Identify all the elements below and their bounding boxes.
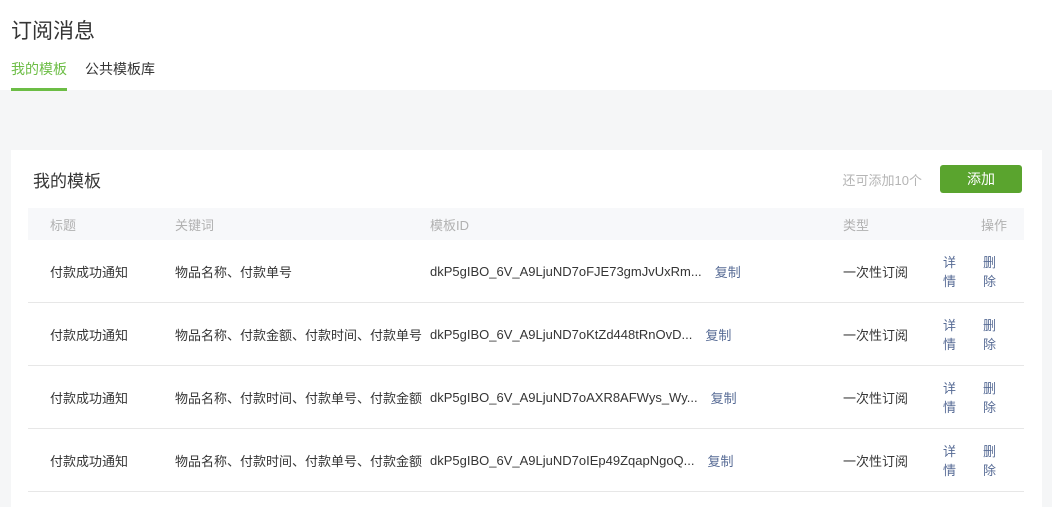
template-keywords: 物品名称、付款单号	[175, 262, 430, 281]
page-title: 订阅消息	[11, 18, 1052, 46]
template-id: dkP5gIBO_6V_A9LjuND7oIEp49ZqapNgoQ...	[430, 453, 695, 468]
template-id: dkP5gIBO_6V_A9LjuND7oKtZd448tRnOvD...	[430, 327, 692, 342]
template-id-cell: dkP5gIBO_6V_A9LjuND7oKtZd448tRnOvD... 复制	[430, 325, 843, 344]
tab-my-templates[interactable]: 我的模板	[11, 59, 67, 91]
tab-bar: 我的模板 公共模板库	[11, 59, 1052, 91]
template-row: 付款成功通知 物品名称、付款金额、付款时间、付款单号 dkP5gIBO_6V_A…	[28, 303, 1024, 366]
header-template-id: 模板ID	[430, 215, 843, 234]
row-operations: 详情 删除	[943, 315, 1024, 353]
header-keywords: 关键词	[175, 215, 430, 234]
table-body: 付款成功通知 物品名称、付款单号 dkP5gIBO_6V_A9LjuND7oFJ…	[28, 240, 1024, 492]
detail-link[interactable]: 详情	[943, 252, 967, 290]
header-type: 类型	[843, 215, 943, 234]
row-operations: 详情 删除	[943, 441, 1024, 479]
row-operations: 详情 删除	[943, 378, 1024, 416]
subscribe-message-page: 订阅消息 我的模板 公共模板库 我的模板 还可添加10个 添加 标题 关键词 模…	[0, 0, 1052, 507]
detail-link[interactable]: 详情	[943, 378, 967, 416]
quota-hint: 还可添加10个	[843, 170, 922, 189]
copy-link[interactable]: 复制	[711, 388, 737, 407]
template-title: 付款成功通知	[28, 388, 175, 407]
template-type: 一次性订阅	[843, 451, 943, 470]
template-keywords: 物品名称、付款时间、付款单号、付款金额	[175, 388, 430, 407]
template-row: 付款成功通知 物品名称、付款时间、付款单号、付款金额 dkP5gIBO_6V_A…	[28, 429, 1024, 492]
template-row: 付款成功通知 物品名称、付款单号 dkP5gIBO_6V_A9LjuND7oFJ…	[28, 240, 1024, 303]
panel-header: 我的模板 还可添加10个 添加	[11, 150, 1042, 208]
template-id: dkP5gIBO_6V_A9LjuND7oFJE73gmJvUxRm...	[430, 264, 702, 279]
template-id-cell: dkP5gIBO_6V_A9LjuND7oIEp49ZqapNgoQ... 复制	[430, 451, 843, 470]
template-keywords: 物品名称、付款时间、付款单号、付款金额	[175, 451, 430, 470]
template-type: 一次性订阅	[843, 388, 943, 407]
copy-link[interactable]: 复制	[708, 451, 734, 470]
template-type: 一次性订阅	[843, 262, 943, 281]
template-id-cell: dkP5gIBO_6V_A9LjuND7oFJE73gmJvUxRm... 复制	[430, 262, 843, 281]
my-templates-panel: 我的模板 还可添加10个 添加 标题 关键词 模板ID 类型 操作 付款成功通知…	[11, 150, 1042, 507]
copy-link[interactable]: 复制	[705, 325, 731, 344]
panel-actions: 还可添加10个 添加	[843, 165, 1022, 193]
copy-link[interactable]: 复制	[715, 262, 741, 281]
template-keywords: 物品名称、付款金额、付款时间、付款单号	[175, 325, 430, 344]
header-title: 标题	[28, 215, 175, 234]
delete-link[interactable]: 删除	[983, 378, 1007, 416]
template-row: 付款成功通知 物品名称、付款时间、付款单号、付款金额 dkP5gIBO_6V_A…	[28, 366, 1024, 429]
template-title: 付款成功通知	[28, 262, 175, 281]
templates-table: 标题 关键词 模板ID 类型 操作 付款成功通知 物品名称、付款单号 dkP5g…	[28, 208, 1024, 492]
page-header: 订阅消息 我的模板 公共模板库	[0, 0, 1052, 90]
template-title: 付款成功通知	[28, 451, 175, 470]
template-title: 付款成功通知	[28, 325, 175, 344]
header-operations: 操作	[943, 215, 1024, 234]
template-id-cell: dkP5gIBO_6V_A9LjuND7oAXR8AFWys_Wy... 复制	[430, 388, 843, 407]
row-operations: 详情 删除	[943, 252, 1024, 290]
delete-link[interactable]: 删除	[983, 315, 1007, 353]
delete-link[interactable]: 删除	[983, 441, 1007, 479]
panel-title: 我的模板	[33, 167, 101, 192]
tab-public-template-library[interactable]: 公共模板库	[85, 59, 155, 91]
table-header-row: 标题 关键词 模板ID 类型 操作	[28, 208, 1024, 240]
content-area: 我的模板 还可添加10个 添加 标题 关键词 模板ID 类型 操作 付款成功通知…	[0, 90, 1052, 507]
detail-link[interactable]: 详情	[943, 315, 967, 353]
template-type: 一次性订阅	[843, 325, 943, 344]
template-id: dkP5gIBO_6V_A9LjuND7oAXR8AFWys_Wy...	[430, 390, 698, 405]
delete-link[interactable]: 删除	[983, 252, 1007, 290]
add-button[interactable]: 添加	[940, 165, 1022, 193]
detail-link[interactable]: 详情	[943, 441, 967, 479]
